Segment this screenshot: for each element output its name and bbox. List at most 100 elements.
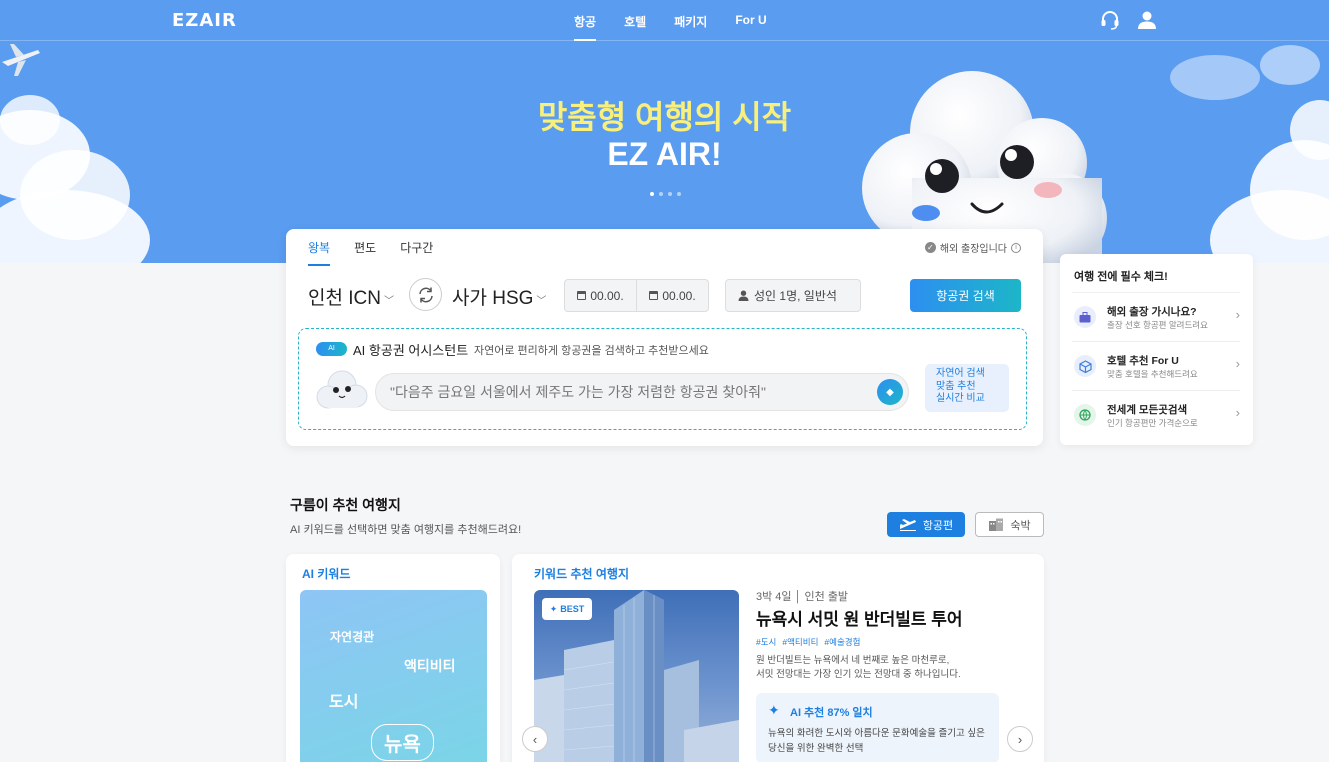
tab-multi-city[interactable]: 다구간 (400, 239, 433, 266)
return-date-value: 00.00. (662, 288, 696, 303)
nav-item-flight[interactable]: 항공 (560, 0, 610, 41)
toggle-flight-label: 항공편 (922, 519, 954, 532)
ai-feature-list: 자연어 검색 맞춤 추천 실시간 비교 (925, 364, 1009, 412)
checklist-item-hotel[interactable]: 호텔 추천 For U 맞춤 호텔을 추천해드려요 › (1072, 341, 1240, 389)
ai-send-button[interactable]: ◆ (877, 379, 903, 405)
toggle-flight-button[interactable]: 항공편 (887, 512, 965, 537)
keyword-chip[interactable]: 자연경관 (330, 628, 374, 645)
destination-photo: ✦ BEST (534, 590, 739, 762)
ai-query-box: ◆ (375, 373, 909, 411)
nav-item-for-u[interactable]: For U (721, 0, 780, 41)
cloud-mascot-small-icon (316, 370, 368, 409)
depart-date-field[interactable]: 00.00. (565, 280, 636, 311)
carousel-dot[interactable] (677, 192, 681, 196)
toggle-stay-label: 숙박 (1010, 519, 1031, 532)
checklist-item-title: 전세계 모든곳검색 (1107, 404, 1188, 416)
trip-type-tabs: 왕복 편도 다구간 (308, 239, 433, 266)
trip-duration-meta: 3박 4일 │ 인천 출발 (756, 591, 849, 603)
ai-feature-item: 맞춤 추천 (936, 380, 976, 392)
ezair-logo[interactable]: EZAIR (172, 10, 237, 31)
calendar-icon (577, 291, 587, 300)
trip-name[interactable]: 뉴욕시 서밋 원 반더빌트 투어 (756, 605, 963, 630)
chevron-right-icon: › (1235, 307, 1240, 322)
nav-item-package[interactable]: 패키지 (660, 0, 721, 41)
checklist-title: 여행 전에 필수 체크! (1074, 271, 1168, 283)
nav-item-hotel[interactable]: 호텔 (610, 0, 660, 41)
origin-label: 인천 ICN (308, 288, 381, 309)
info-icon[interactable]: i (1011, 242, 1021, 253)
recommend-section-subtitle: AI 키워드를 선택하면 맞춤 여행지를 추천해드려요! (290, 524, 522, 536)
destination-label: 사가 HSG (452, 288, 534, 309)
carousel-dot[interactable] (659, 192, 663, 196)
main-nav: 항공 호텔 패키지 For U (560, 0, 781, 41)
keyword-chip-selected[interactable]: 뉴욕 (371, 724, 434, 761)
ai-query-input[interactable] (390, 374, 870, 410)
destination-selector[interactable]: 사가 HSG ﹀ (452, 283, 546, 310)
checklist-item-title: 해외 출장 가시나요? (1107, 306, 1197, 318)
trip-tag[interactable]: #액티비티 (782, 636, 818, 648)
checklist-item-global-search[interactable]: 전세계 모든곳검색 인기 항공편만 가격순으로 › (1072, 390, 1240, 438)
cloud-decoration (1260, 45, 1320, 85)
checklist-item-business-trip[interactable]: 해외 출장 가시나요? 출장 선호 항공편 알려드려요 › (1072, 292, 1240, 340)
keyword-cloud-panel: 자연경관 액티비티 도시 뉴욕 (300, 590, 487, 762)
chevron-left-icon: ‹ (532, 731, 538, 747)
hero-brand-title: EZ AIR! (607, 136, 722, 172)
hero-title: 맞춤형 여행의 시작 (537, 99, 792, 135)
trip-tag[interactable]: #도시 (756, 636, 776, 648)
chevron-right-icon: › (1017, 731, 1023, 747)
origin-selector[interactable]: 인천 ICN ﹀ (308, 283, 394, 310)
ai-assistant-panel: AI AI 항공권 어시스턴트 자연어로 편리하게 항공권을 검색하고 추천받으… (298, 328, 1027, 430)
ai-assistant-title: AI 항공권 어시스턴트 (353, 343, 469, 358)
keyword-chip[interactable]: 액티비티 (404, 656, 456, 676)
destination-card-label: 키워드 추천 여행지 (534, 567, 629, 581)
sparkle-icon: ✦ (549, 603, 558, 614)
flight-search-button[interactable]: 항공권 검색 (910, 279, 1021, 312)
travel-checklist-card: 여행 전에 필수 체크! 해외 출장 가시나요? 출장 선호 항공편 알려드려요… (1060, 254, 1253, 445)
recommend-section-title: 구름이 추천 여행지 (290, 497, 401, 513)
trip-description-line: 서밋 전망대는 가장 인기 있는 전망대 중 하나입니다. (756, 669, 961, 680)
globe-search-icon (1074, 404, 1096, 426)
ai-keyword-label: AI 키워드 (302, 567, 351, 581)
calendar-icon (649, 291, 659, 300)
ai-keyword-card: AI 키워드 자연경관 액티비티 도시 뉴욕 (286, 554, 500, 762)
trip-tag[interactable]: #예술경험 (824, 636, 860, 648)
date-range-picker: 00.00. 00.00. (564, 279, 709, 312)
swap-cities-button[interactable] (409, 278, 442, 311)
building-icon (989, 518, 1004, 531)
keyword-chip[interactable]: 도시 (329, 688, 358, 712)
carousel-prev-button[interactable]: ‹ (522, 726, 548, 752)
best-badge-label: BEST (560, 604, 585, 614)
trip-description: 원 반더빌트는 뉴욕에서 네 번째로 높은 마천루로, 서밋 전망대는 가장 인… (756, 654, 1006, 682)
carousel-next-button[interactable]: › (1007, 726, 1033, 752)
user-icon[interactable] (1136, 9, 1158, 31)
headset-icon[interactable] (1099, 9, 1121, 31)
carousel-dot[interactable] (668, 192, 672, 196)
sparkle-icon: ✦ (768, 702, 780, 718)
depart-date-value: 00.00. (590, 288, 624, 303)
ai-badge: AI (316, 342, 347, 356)
airplane-icon (2, 44, 40, 76)
business-trip-toggle[interactable]: ✓ 해외 출장입니다 i (924, 240, 1021, 255)
checklist-item-title: 호텔 추천 For U (1107, 355, 1179, 367)
checklist-item-subtitle: 인기 항공편만 가격순으로 (1107, 418, 1198, 428)
person-icon (738, 290, 749, 301)
ai-match-line: 뉴욕의 화려한 도시와 아름다운 문화예술을 즐기고 싶은 (768, 728, 985, 739)
trip-tags: #도시 #액티비티 #예술경험 (756, 636, 860, 648)
chevron-right-icon: › (1235, 356, 1240, 371)
chevron-down-icon: ﹀ (383, 296, 394, 307)
check-circle-icon[interactable]: ✓ (924, 242, 936, 253)
checklist-item-subtitle: 맞춤 호텔을 추천해드려요 (1107, 369, 1198, 379)
checklist-item-subtitle: 출장 선호 항공편 알려드려요 (1107, 320, 1208, 330)
tab-round-trip[interactable]: 왕복 (308, 239, 331, 266)
passenger-selector[interactable]: 성인 1명, 일반석 (725, 279, 861, 312)
passenger-value: 성인 1명, 일반석 (754, 289, 837, 303)
ai-match-description: 뉴욕의 화려한 도시와 아름다운 문화예술을 즐기고 싶은 당신을 위한 완벽한… (768, 726, 985, 756)
carousel-dot[interactable] (650, 192, 654, 196)
diamond-send-icon: ◆ (886, 386, 894, 398)
tab-one-way[interactable]: 편도 (354, 239, 376, 266)
trip-description-line: 원 반더빌트는 뉴욕에서 네 번째로 높은 마천루로, (756, 655, 950, 666)
airplane-takeoff-icon (899, 518, 916, 531)
ai-feature-item: 자연어 검색 (936, 368, 985, 379)
return-date-field[interactable]: 00.00. (636, 280, 708, 311)
toggle-stay-button[interactable]: 숙박 (975, 512, 1044, 537)
